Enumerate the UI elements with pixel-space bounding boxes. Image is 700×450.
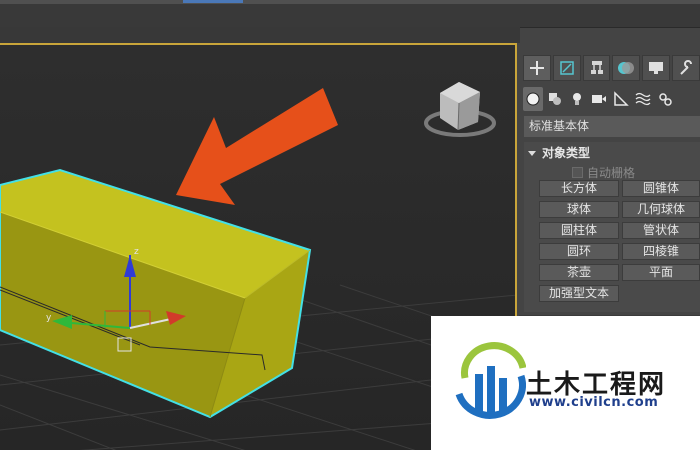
box-button[interactable]: 长方体 [539, 180, 619, 197]
cameras-icon[interactable] [589, 87, 609, 111]
modify-icon[interactable] [552, 55, 581, 81]
plane-button[interactable]: 平面 [622, 264, 700, 281]
watermark-logo: 土木工程网 www.civilcn.com [431, 316, 700, 450]
collapse-triangle-icon [528, 151, 536, 156]
cone-button[interactable]: 圆锥体 [622, 180, 700, 197]
utilities-wrench-icon[interactable] [672, 55, 700, 81]
checkbox-box[interactable] [572, 167, 583, 178]
helpers-icon[interactable] [611, 87, 631, 111]
command-panel-tabs [519, 55, 700, 81]
spacewarps-icon[interactable] [633, 87, 653, 111]
logo-emblem-icon [455, 342, 526, 419]
geosphere-button[interactable]: 几何球体 [622, 201, 700, 218]
top-toolbar [0, 0, 700, 43]
rollout-title-label: 对象类型 [542, 146, 591, 160]
sphere-button[interactable]: 球体 [539, 201, 619, 218]
textplus-button[interactable]: 加强型文本 [539, 285, 619, 302]
shapes-icon[interactable] [545, 87, 565, 111]
viewport-header [0, 27, 520, 43]
watermark-url: www.civilcn.com [529, 395, 659, 410]
geometry-sphere-icon[interactable] [523, 87, 543, 111]
toolbar-strip [0, 0, 700, 4]
rollout-header[interactable]: 对象类型 [528, 144, 590, 161]
teapot-button[interactable]: 茶壶 [539, 264, 619, 281]
torus-button[interactable]: 圆环 [539, 243, 619, 260]
systems-icon[interactable] [655, 87, 675, 111]
create-plus-icon[interactable] [523, 55, 551, 81]
object-type-rollout: 对象类型 自动栅格 长方体 圆锥体 球体 几何球体 圆柱体 管状体 圆环 四棱锥… [524, 142, 700, 312]
lights-icon[interactable] [567, 87, 587, 111]
svg-text:z: z [134, 247, 139, 257]
autogrid-label: 自动栅格 [587, 166, 636, 180]
autogrid-checkbox[interactable]: 自动栅格 [572, 164, 635, 181]
pyramid-button[interactable]: 四棱锥 [622, 243, 700, 260]
tube-button[interactable]: 管状体 [622, 222, 700, 239]
display-icon[interactable] [642, 55, 671, 81]
category-dropdown[interactable]: 标准基本体 [524, 116, 700, 137]
toolbar-accent [183, 0, 243, 3]
hierarchy-icon[interactable] [582, 55, 611, 81]
cylinder-button[interactable]: 圆柱体 [539, 222, 619, 239]
create-category-tabs [523, 87, 700, 111]
svg-text:y: y [46, 313, 52, 323]
motion-icon[interactable] [612, 55, 641, 81]
